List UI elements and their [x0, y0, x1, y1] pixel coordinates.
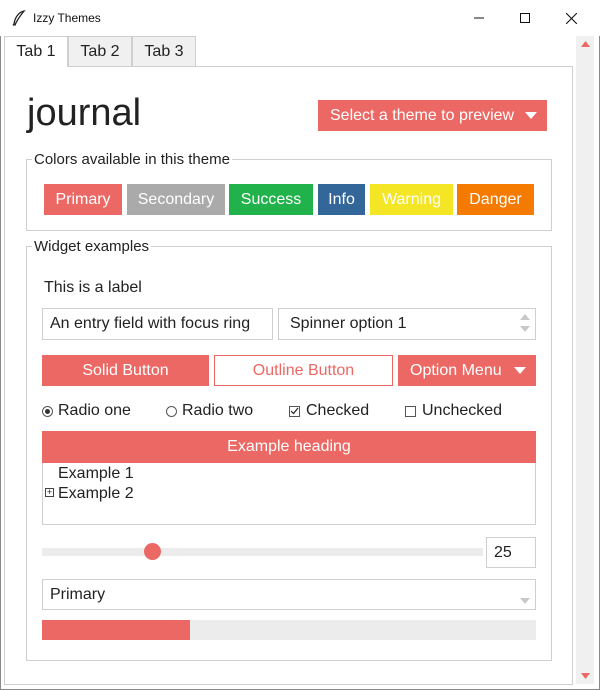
- option-menu-label: Option Menu: [410, 361, 502, 379]
- entry-field[interactable]: An entry field with focus ring: [42, 308, 273, 340]
- feather-icon: [12, 10, 26, 27]
- spinner-up-arrow-icon[interactable]: [520, 314, 530, 320]
- tab-1[interactable]: Tab 1: [4, 36, 68, 67]
- tab-2[interactable]: Tab 2: [68, 36, 132, 66]
- theme-name-heading: journal: [27, 92, 142, 134]
- theme-select-label: Select a theme to preview: [330, 106, 515, 124]
- maximize-icon: [520, 13, 530, 23]
- checkbox-unchecked-icon: [405, 405, 416, 417]
- maximize-button[interactable]: [502, 0, 548, 36]
- tab-3[interactable]: Tab 3: [132, 36, 196, 66]
- color-swatch-danger: Danger: [457, 184, 534, 215]
- radio-one[interactable]: Radio one: [42, 402, 131, 420]
- checked-label: Checked: [306, 402, 370, 419]
- colors-legend: Colors available in this theme: [32, 151, 232, 168]
- color-swatch-secondary: Secondary: [127, 184, 225, 215]
- radio-one-label: Radio one: [58, 402, 131, 419]
- chevron-down-icon: [514, 367, 526, 374]
- outline-button[interactable]: Outline Button: [214, 355, 393, 386]
- theme-select-menubutton[interactable]: Select a theme to preview: [318, 100, 547, 131]
- widgets-legend: Widget examples: [32, 238, 152, 255]
- combobox-down-arrow-icon[interactable]: [520, 598, 530, 604]
- close-icon: [565, 12, 577, 24]
- close-button[interactable]: [548, 0, 594, 36]
- minimize-button[interactable]: [456, 0, 502, 36]
- vertical-scrollbar[interactable]: [576, 36, 594, 684]
- chevron-down-icon: [525, 112, 537, 119]
- color-swatch-warning: Warning: [370, 184, 453, 215]
- color-swatch-primary: Primary: [44, 184, 122, 215]
- expand-plus-icon[interactable]: +: [45, 488, 54, 497]
- radio-two[interactable]: Radio two: [166, 402, 253, 420]
- checkbox-checked-icon: [289, 405, 300, 417]
- checkbox-unchecked[interactable]: Unchecked: [405, 402, 502, 420]
- color-swatch-success: Success: [229, 184, 313, 215]
- checkbox-checked[interactable]: Checked: [289, 402, 369, 420]
- option-menu-button[interactable]: Option Menu: [398, 355, 536, 386]
- scroll-down-arrow-icon[interactable]: [576, 668, 594, 684]
- unchecked-label: Unchecked: [422, 402, 503, 419]
- tree-row[interactable]: Example 1: [58, 465, 134, 483]
- radio-two-label: Radio two: [182, 402, 254, 419]
- example-label: This is a label: [44, 279, 142, 296]
- progressbar-fill: [42, 620, 191, 640]
- tree-row[interactable]: Example 2: [58, 485, 134, 503]
- scroll-up-arrow-icon[interactable]: [576, 36, 594, 52]
- spinner-field[interactable]: Spinner option 1: [278, 308, 536, 340]
- color-swatch-info: Info: [318, 184, 365, 215]
- solid-button[interactable]: Solid Button: [42, 355, 209, 386]
- treeview-heading[interactable]: Example heading: [42, 431, 536, 463]
- window-title: Izzy Themes: [33, 11, 101, 25]
- scale-value-field[interactable]: 25: [486, 537, 536, 568]
- radio-unselected-icon: [166, 405, 177, 417]
- spinner-down-arrow-icon[interactable]: [520, 326, 530, 332]
- scale-track[interactable]: [42, 548, 483, 556]
- minimize-icon: [474, 17, 484, 19]
- combobox[interactable]: Primary: [42, 579, 536, 610]
- radio-selected-icon: [42, 405, 53, 417]
